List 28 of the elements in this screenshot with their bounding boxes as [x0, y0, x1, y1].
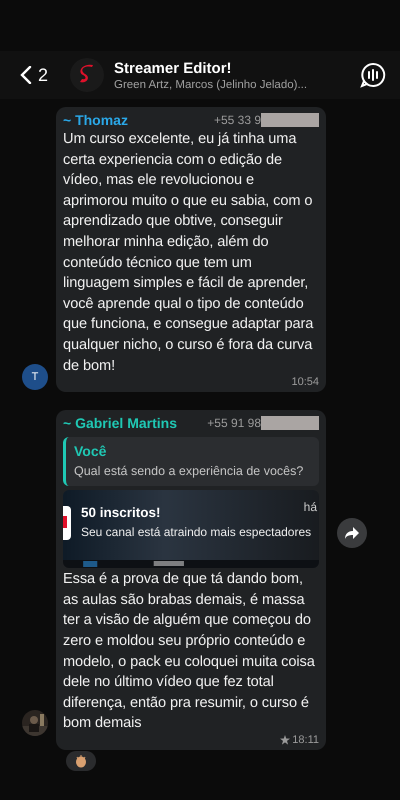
- sender-name[interactable]: ~ Thomaz: [63, 112, 128, 128]
- back-button[interactable]: 2: [20, 64, 48, 86]
- reaction-chip[interactable]: [66, 750, 96, 771]
- notification-text: Seu canal está atraindo mais espectadores: [81, 525, 312, 540]
- redaction-block: [261, 416, 319, 430]
- app-icon: [63, 506, 71, 540]
- message-time: 10:54: [291, 376, 319, 388]
- phone-number: +55 91 98: [207, 416, 261, 430]
- avatar[interactable]: T: [22, 364, 48, 390]
- message-text: Essa é a prova de que tá dando bom, as aulas são brabas demais, é massa ter a visão de alguém que começou do zero e moldou seu próprio conteúdo e modelo, o pack eu coloquei muita coisa dele no último vídeo que fez total diferença, então pra resumir, o curso é bom demais: [63, 570, 316, 734]
- sender-name[interactable]: ~ Gabriel Martins: [63, 415, 177, 432]
- phone-number: +55 33 9: [214, 113, 261, 127]
- notification-title: 50 inscritos!: [81, 505, 161, 520]
- redaction-block: [261, 113, 319, 127]
- quoted-message[interactable]: Você Qual está sendo a experiência de vocês?: [63, 437, 319, 486]
- notification-time: há: [304, 500, 317, 514]
- voice-chat-icon[interactable]: [360, 62, 386, 88]
- message-text: Um curso excelente, eu já tinha uma certa experiencia com o edição de vídeo, mas ele revolucionou e aprimorou muito o que eu sabia, com o aprendizado que obtive, conseguir melhorar minha edição, além do conteúdo técnico que tem um linguagem simples e fácil de aprender, você aprende qual o tipo de conteúdo que funciona, e consegue adaptar para qualquer nicho, o curso é fora da curva de bom!: [63, 130, 314, 376]
- back-icon: [20, 66, 32, 84]
- group-title: Streamer Editor!: [114, 60, 233, 76]
- group-logo[interactable]: [70, 58, 104, 92]
- clapping-hands-icon: [74, 754, 88, 768]
- message-time: 18:11: [292, 734, 319, 746]
- group-members: Green Artz, Marcos (Jelinho Jelado)...: [114, 78, 308, 90]
- forward-icon: [344, 526, 360, 540]
- quote-author: Você: [74, 443, 108, 460]
- quote-text: Qual está sendo a experiência de vocês?: [74, 464, 304, 478]
- forward-button[interactable]: [337, 518, 367, 548]
